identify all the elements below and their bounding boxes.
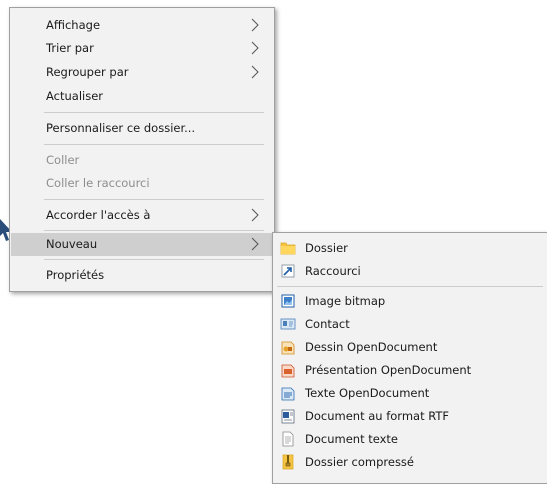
menu-item-coller-raccourci[interactable]: Coller le raccourci xyxy=(11,172,273,195)
rtf-document-icon xyxy=(281,409,295,424)
chevron-right-icon xyxy=(251,65,259,79)
menu-item-affichage[interactable]: Affichage xyxy=(11,14,273,37)
opendocument-presentation-icon xyxy=(281,364,295,378)
submenu-item-label: Contact xyxy=(305,317,350,331)
menu-separator xyxy=(44,199,264,200)
menu-item-label: Coller le raccourci xyxy=(46,176,150,190)
menu-item-nouveau[interactable]: Nouveau xyxy=(11,233,273,256)
menu-item-regrouper-par[interactable]: Regrouper par xyxy=(11,61,273,84)
menu-item-label: Coller xyxy=(46,153,80,167)
submenu-item-document-rtf[interactable]: Document au format RTF xyxy=(274,405,546,428)
menu-item-label: Nouveau xyxy=(46,237,98,251)
submenu-item-label: Texte OpenDocument xyxy=(305,386,430,400)
contact-icon xyxy=(280,318,296,330)
menu-item-label: Affichage xyxy=(46,18,101,32)
submenu-item-dessin-opendocument[interactable]: Dessin OpenDocument xyxy=(274,336,546,359)
chevron-right-icon xyxy=(251,18,259,32)
menu-item-label: Propriétés xyxy=(46,268,105,282)
menu-separator xyxy=(44,259,264,260)
menu-separator xyxy=(44,112,264,113)
submenu-item-document-texte[interactable]: Document texte xyxy=(274,428,546,451)
submenu-item-label: Document au format RTF xyxy=(305,409,450,423)
opendocument-text-icon xyxy=(281,387,295,401)
menu-item-personnaliser-dossier[interactable]: Personnaliser ce dossier... xyxy=(11,117,273,140)
menu-item-label: Accorder l'accès à xyxy=(46,208,151,222)
submenu-item-label: Image bitmap xyxy=(305,294,386,308)
chevron-right-icon xyxy=(251,237,259,251)
context-menu: Affichage Trier par Regrouper par Actual… xyxy=(9,7,275,292)
new-submenu: Dossier Raccourci Image bitmap Contact D… xyxy=(272,232,547,484)
submenu-item-dossier-compresse[interactable]: Dossier compressé xyxy=(274,451,546,474)
submenu-item-label: Raccourci xyxy=(305,264,361,278)
menu-item-actualiser[interactable]: Actualiser xyxy=(11,85,273,108)
submenu-item-label: Dossier xyxy=(305,241,348,255)
submenu-item-label: Dessin OpenDocument xyxy=(305,340,438,354)
menu-item-label: Personnaliser ce dossier... xyxy=(46,121,196,135)
submenu-item-label: Présentation OpenDocument xyxy=(305,363,472,377)
submenu-item-label: Document texte xyxy=(305,432,399,446)
chevron-right-icon xyxy=(251,208,259,222)
menu-item-proprietes[interactable]: Propriétés xyxy=(11,264,273,287)
menu-item-label: Trier par xyxy=(46,41,94,55)
menu-item-accorder-acces[interactable]: Accorder l'accès à xyxy=(11,204,273,227)
submenu-item-image-bitmap[interactable]: Image bitmap xyxy=(274,290,546,313)
menu-item-label: Actualiser xyxy=(46,89,104,103)
menu-separator xyxy=(44,230,264,231)
submenu-separator xyxy=(277,286,543,287)
submenu-item-texte-opendocument[interactable]: Texte OpenDocument xyxy=(274,382,546,405)
menu-item-trier-par[interactable]: Trier par xyxy=(11,37,273,60)
submenu-item-contact[interactable]: Contact xyxy=(274,313,546,336)
bitmap-image-icon xyxy=(281,294,295,308)
shortcut-icon xyxy=(281,264,295,278)
menu-item-coller[interactable]: Coller xyxy=(11,149,273,172)
compressed-folder-icon xyxy=(282,454,294,470)
submenu-item-dossier[interactable]: Dossier xyxy=(274,237,546,260)
submenu-item-raccourci[interactable]: Raccourci xyxy=(274,260,546,283)
menu-separator xyxy=(44,144,264,145)
submenu-item-presentation-opendocument[interactable]: Présentation OpenDocument xyxy=(274,359,546,382)
text-document-icon xyxy=(282,431,294,447)
menu-item-label: Regrouper par xyxy=(46,65,129,79)
opendocument-drawing-icon xyxy=(281,341,295,355)
submenu-item-label: Dossier compressé xyxy=(305,455,414,469)
chevron-right-icon xyxy=(251,41,259,55)
folder-icon xyxy=(280,242,296,255)
